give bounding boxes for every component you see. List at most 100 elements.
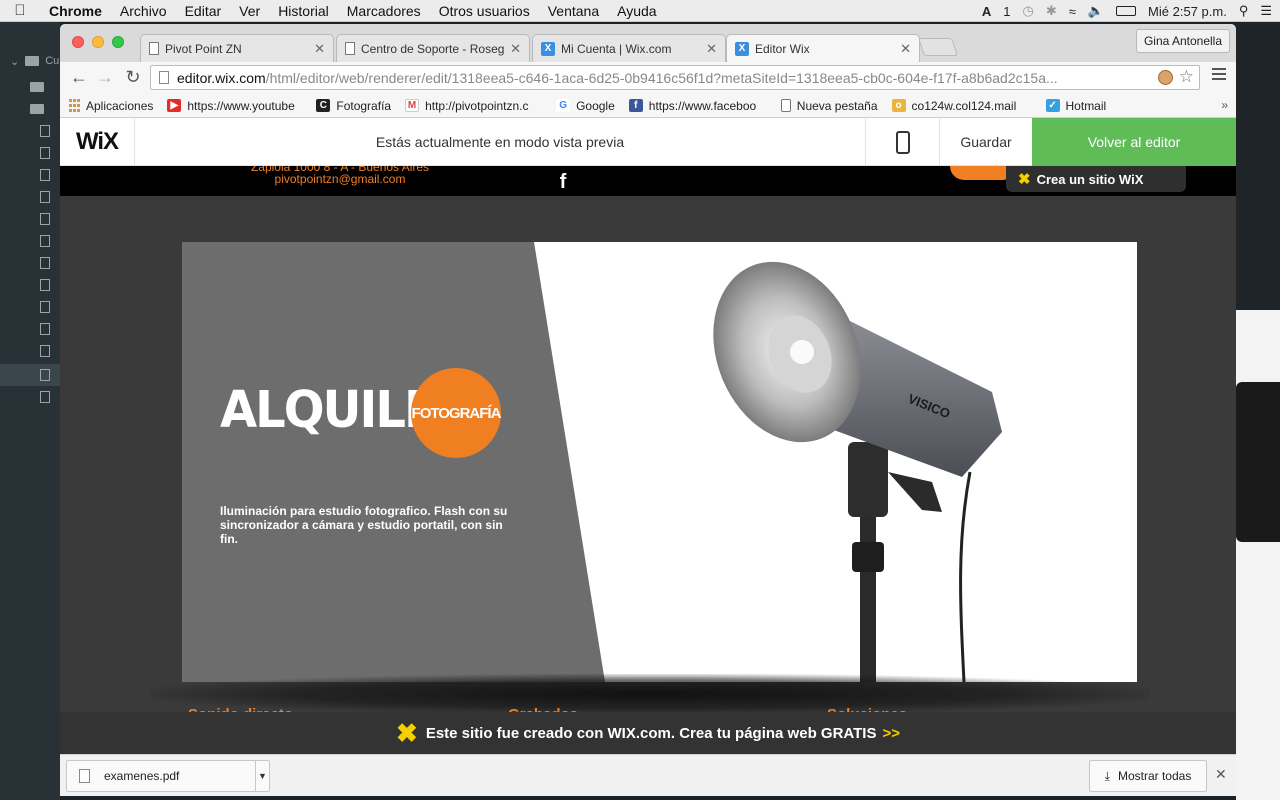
wix-ad-banner[interactable]: ✖ Este sitio fue creado con WIX.com. Cre…	[60, 712, 1236, 754]
minimize-window-button[interactable]	[92, 36, 104, 48]
tab-editor-wix[interactable]: X Editor Wix ✕	[726, 34, 920, 62]
wix-x-icon: ✖	[396, 717, 418, 748]
preview-mode-message: Estás actualmente en modo vista previa	[375, 134, 625, 150]
profile-button[interactable]: Gina Antonella	[1135, 29, 1230, 53]
save-button[interactable]: Guardar	[940, 118, 1032, 166]
bookmark-youtube[interactable]: ▶ https://www.youtube	[167, 99, 302, 113]
chevron-down-icon[interactable]: ▼	[255, 761, 269, 791]
bookmark-label: Aplicaciones	[86, 98, 154, 113]
new-tab-button[interactable]	[918, 38, 958, 56]
bookmark-fotografia[interactable]: C Fotografía	[316, 99, 391, 113]
close-tab-icon[interactable]: ✕	[900, 41, 911, 57]
crea-sitio-wix-badge[interactable]: ✖ Crea un sitio WiX	[1006, 166, 1186, 192]
menu-app-name[interactable]: Chrome	[40, 3, 111, 19]
background-file-row	[0, 164, 60, 186]
hotmail-icon: ✓	[1045, 99, 1060, 112]
download-item[interactable]: examenes.pdf ▼	[66, 760, 270, 792]
tab-label: Centro de Soporte - Roseg	[361, 41, 505, 56]
notification-center-icon[interactable]: ☰	[1260, 3, 1272, 19]
menu-ayuda[interactable]: Ayuda	[608, 3, 665, 19]
bookmark-google[interactable]: G Google	[556, 99, 615, 113]
tab-label: Editor Wix	[755, 41, 810, 56]
page-icon	[149, 42, 159, 55]
background-folder-row	[0, 98, 60, 120]
close-tab-icon[interactable]: ✕	[510, 41, 521, 57]
hero-description: Iluminación para estudio fotografico. Fl…	[220, 504, 508, 546]
bookmark-outlook[interactable]: o co124w.col124.mail	[891, 99, 1032, 113]
browser-toolbar: ← → ↻ editor.wix.com/html/editor/web/ren…	[60, 62, 1236, 94]
menu-historial[interactable]: Historial	[269, 3, 338, 19]
wix-logo[interactable]: WiX	[60, 118, 135, 166]
close-tab-icon[interactable]: ✕	[314, 41, 325, 57]
bookmark-label: Nueva pestaña	[796, 98, 878, 113]
time-machine-icon[interactable]: ◷	[1022, 3, 1033, 19]
document-icon	[40, 301, 50, 313]
show-all-downloads-button[interactable]: ⤓ Mostrar todas	[1089, 760, 1207, 792]
bookmark-star-icon[interactable]: ☆	[1179, 67, 1194, 87]
menu-archivo[interactable]: Archivo	[111, 3, 176, 19]
menubar-clock[interactable]: Mié 2:57 p.m.	[1148, 4, 1227, 19]
menu-otros-usuarios[interactable]: Otros usuarios	[430, 3, 539, 19]
mobile-view-button[interactable]	[865, 118, 940, 166]
bookmarks-overflow-icon[interactable]: »	[1221, 98, 1228, 112]
forward-arrow-icon[interactable]: →	[94, 66, 116, 88]
background-file-row	[0, 386, 60, 408]
back-to-editor-button[interactable]: Volver al editor	[1032, 118, 1236, 166]
wifi-icon[interactable]: ≈	[1069, 4, 1076, 19]
wix-ad-text: Este sitio fue creado con WIX.com. Crea …	[425, 724, 877, 742]
bookmarks-bar: Aplicaciones ▶ https://www.youtube C Fot…	[60, 94, 1236, 118]
gmail-icon: M	[405, 99, 420, 112]
bookmark-label: https://www.youtube	[187, 98, 295, 113]
address-bar[interactable]: editor.wix.com/html/editor/web/renderer/…	[150, 65, 1200, 90]
site-email-link[interactable]: pivotpointzn@gmail.com	[210, 172, 470, 186]
menu-marcadores[interactable]: Marcadores	[338, 3, 430, 19]
apple-icon[interactable]: 	[0, 2, 40, 19]
bookmark-label: Google	[576, 98, 615, 113]
tab-pivot-point[interactable]: Pivot Point ZN ✕	[140, 34, 334, 62]
tab-label: Mi Cuenta | Wix.com	[561, 41, 672, 56]
wix-icon: X	[541, 41, 555, 56]
bookmark-nueva-pestana[interactable]: Nueva pestaña	[780, 98, 878, 113]
bookmark-pivotpoint-mail[interactable]: M http://pivotpointzn.c	[405, 99, 542, 113]
battery-icon[interactable]	[1116, 6, 1137, 16]
adobe-count: 1	[1003, 3, 1011, 19]
folder-icon	[30, 104, 44, 114]
tab-centro-soporte[interactable]: Centro de Soporte - Roseg ✕	[336, 34, 530, 62]
zoom-window-button[interactable]	[112, 36, 124, 48]
menu-ver[interactable]: Ver	[230, 3, 269, 19]
spotlight-search-icon[interactable]: ⚲	[1239, 3, 1249, 19]
chevron-down-icon: ⌄	[10, 55, 20, 68]
document-icon	[40, 369, 50, 381]
background-file-row	[0, 142, 60, 164]
background-file-row-selected	[0, 364, 60, 386]
document-icon	[40, 279, 50, 291]
document-icon	[40, 213, 50, 225]
page-icon	[780, 99, 791, 112]
download-shelf: examenes.pdf ▼ ⤓ Mostrar todas ✕	[60, 754, 1236, 796]
background-file-row	[0, 186, 60, 208]
close-window-button[interactable]	[72, 36, 84, 48]
bluetooth-icon[interactable]: ✱	[1046, 3, 1057, 19]
extension-icon[interactable]	[1158, 70, 1173, 85]
facebook-icon[interactable]: f	[556, 172, 570, 192]
background-file-row	[0, 252, 60, 274]
volume-icon[interactable]: 🔈	[1088, 3, 1104, 19]
bookmark-hotmail[interactable]: ✓ Hotmail	[1045, 99, 1106, 113]
background-folder-row	[0, 76, 60, 98]
menu-editar[interactable]: Editar	[176, 3, 231, 19]
chrome-menu-icon[interactable]	[1212, 68, 1226, 83]
back-arrow-icon[interactable]: ←	[68, 66, 90, 88]
close-icon[interactable]: ✕	[1215, 766, 1227, 783]
reload-icon[interactable]: ↻	[122, 66, 144, 88]
adobe-icon[interactable]: A	[982, 4, 991, 19]
close-tab-icon[interactable]: ✕	[706, 41, 717, 57]
tab-mi-cuenta-wix[interactable]: X Mi Cuenta | Wix.com ✕	[532, 34, 726, 62]
document-icon	[40, 147, 50, 159]
wix-preview-bar: WiX Estás actualmente en modo vista prev…	[60, 118, 1236, 166]
page-icon	[345, 42, 355, 55]
bookmark-aplicaciones[interactable]: Aplicaciones	[68, 99, 153, 113]
page-info-icon[interactable]	[159, 71, 169, 84]
bookmark-facebook[interactable]: f https://www.faceboo	[628, 99, 767, 113]
menu-ventana[interactable]: Ventana	[539, 3, 608, 19]
background-file-sidebar: ⌄ Cu	[0, 22, 60, 800]
